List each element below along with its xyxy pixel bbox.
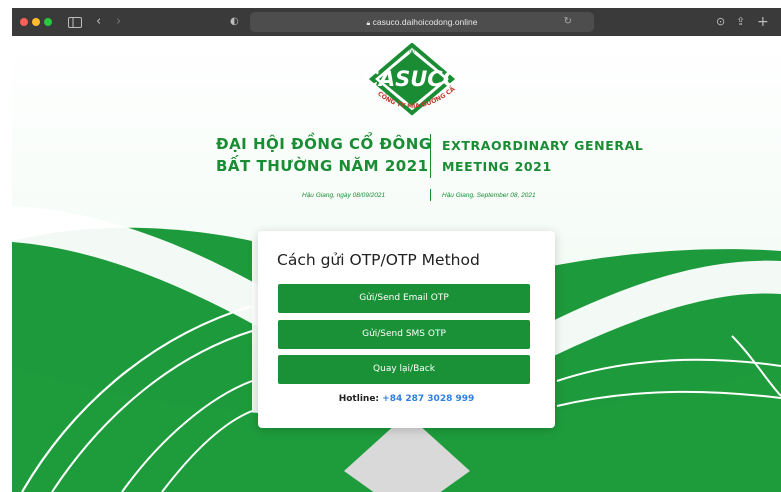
minimize-window-icon[interactable] [32,18,40,26]
browser-toolbar: ‹ › ◐ 🔒︎ casuco.daihoicodong.online ↻ ⊙ … [12,8,781,36]
close-window-icon[interactable] [20,18,28,26]
forward-icon[interactable]: › [116,13,121,31]
logo-brand-text: CASUCO [363,67,460,91]
browser-window: ‹ › ◐ 🔒︎ casuco.daihoicodong.online ↻ ⊙ … [12,8,781,492]
downloads-icon[interactable]: ⊙ [716,13,725,31]
title-divider [430,134,431,178]
lock-icon: 🔒︎ [366,20,371,27]
hotline-label: Hotline: [338,394,380,404]
share-icon[interactable]: ⇪ [736,13,745,31]
hotline: Hotline: +84 287 3028 999 [258,394,555,404]
title-en-line2: MEETING 2021 [442,159,552,174]
back-button[interactable]: Quay lại/Back [278,355,530,384]
new-tab-icon[interactable]: + [757,13,769,31]
address-bar[interactable]: 🔒︎ casuco.daihoicodong.online ↻ [250,12,594,32]
reload-icon[interactable]: ↻ [564,12,572,32]
date-en: Hậu Giang, September 08, 2021 [442,192,536,199]
back-icon[interactable]: ‹ [96,13,101,31]
url-text: casuco.daihoicodong.online [372,17,478,27]
date-divider [430,189,431,201]
title-vn-line1: ĐẠI HỘI ĐỒNG CỔ ĐÔNG [216,135,432,153]
title-vn-line2: BẤT THƯỜNG NĂM 2021 [216,157,429,175]
send-email-otp-button[interactable]: Gửi/Send Email OTP [278,284,530,313]
casuco-logo: ® CASUCO CÔNG TY MÍA ĐƯỜNG CẦN THƠ [352,43,461,116]
zoom-window-icon[interactable] [44,18,52,26]
otp-method-card: Cách gửi OTP/OTP Method Gửi/Send Email O… [258,231,555,428]
page-content: ® CASUCO CÔNG TY MÍA ĐƯỜNG CẦN THƠ ĐẠI H… [12,36,781,492]
date-vn: Hậu Giang, ngày 08/09/2021 [302,192,386,199]
send-sms-otp-button[interactable]: Gửi/Send SMS OTP [278,320,530,349]
sidebar-toggle-icon[interactable] [68,13,82,34]
registered-mark: ® [409,48,416,56]
card-title: Cách gửi OTP/OTP Method [277,251,480,269]
title-en-line1: EXTRAORDINARY GENERAL [442,138,644,153]
hotline-number-link[interactable]: +84 287 3028 999 [382,394,474,404]
privacy-shield-icon[interactable]: ◐ [230,13,239,31]
